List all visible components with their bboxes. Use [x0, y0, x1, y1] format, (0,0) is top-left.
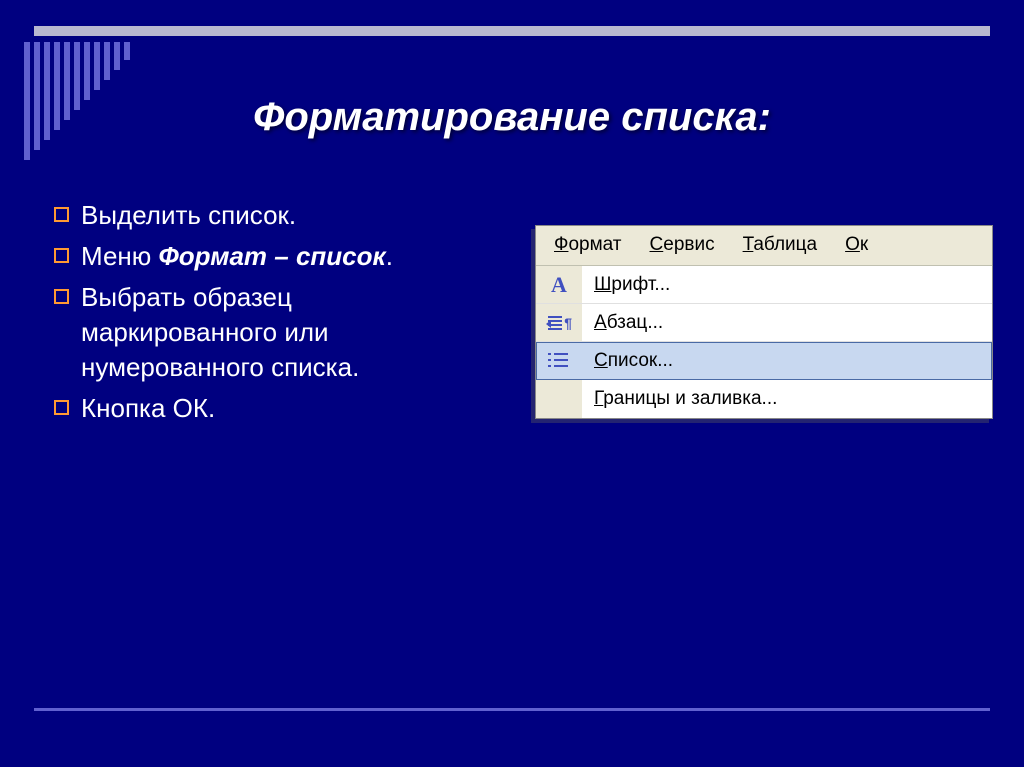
bullet-icon [54, 289, 69, 304]
top-rule [34, 26, 990, 36]
bottom-rule [34, 708, 990, 711]
list-icon [536, 342, 582, 379]
menu-item-paragraph[interactable]: ¶ Абзац... [536, 304, 992, 342]
empty-icon [536, 380, 582, 418]
menubar-item-format[interactable]: Формат [536, 230, 636, 260]
bullet-icon [54, 248, 69, 263]
list-item: Кнопка ОК. [54, 391, 474, 426]
menu-item-font[interactable]: A Шрифт... [536, 266, 992, 304]
font-icon: A [536, 266, 582, 303]
list-item: Выбрать образец маркированного или нумер… [54, 280, 474, 385]
bullet-text: Выделить список. [81, 198, 474, 233]
bullet-icon [54, 400, 69, 415]
paragraph-icon: ¶ [536, 304, 582, 341]
bullet-text: Меню Формат – список. [81, 239, 474, 274]
menu-item-list[interactable]: Список... [536, 342, 992, 380]
menubar-item-service[interactable]: Сервис [636, 230, 729, 260]
menubar-item-table[interactable]: Таблица [729, 230, 832, 260]
bullet-icon [54, 207, 69, 222]
menubar-item-window[interactable]: Ок [831, 230, 882, 260]
slide-title: Форматирование списка: [0, 95, 1024, 140]
bullet-text: Кнопка ОК. [81, 391, 474, 426]
bullet-list: Выделить список. Меню Формат – список. В… [54, 198, 474, 433]
dropdown-menu: A Шрифт... ¶ Абзац... Список... [536, 265, 992, 418]
bullet-text: Выбрать образец маркированного или нумер… [81, 280, 474, 385]
menu-item-borders[interactable]: Границы и заливка... [536, 380, 992, 418]
list-item: Выделить список. [54, 198, 474, 233]
menubar: Формат Сервис Таблица Ок [536, 226, 992, 265]
list-item: Меню Формат – список. [54, 239, 474, 274]
menu-screenshot: Формат Сервис Таблица Ок A Шрифт... ¶ Аб… [535, 225, 993, 419]
